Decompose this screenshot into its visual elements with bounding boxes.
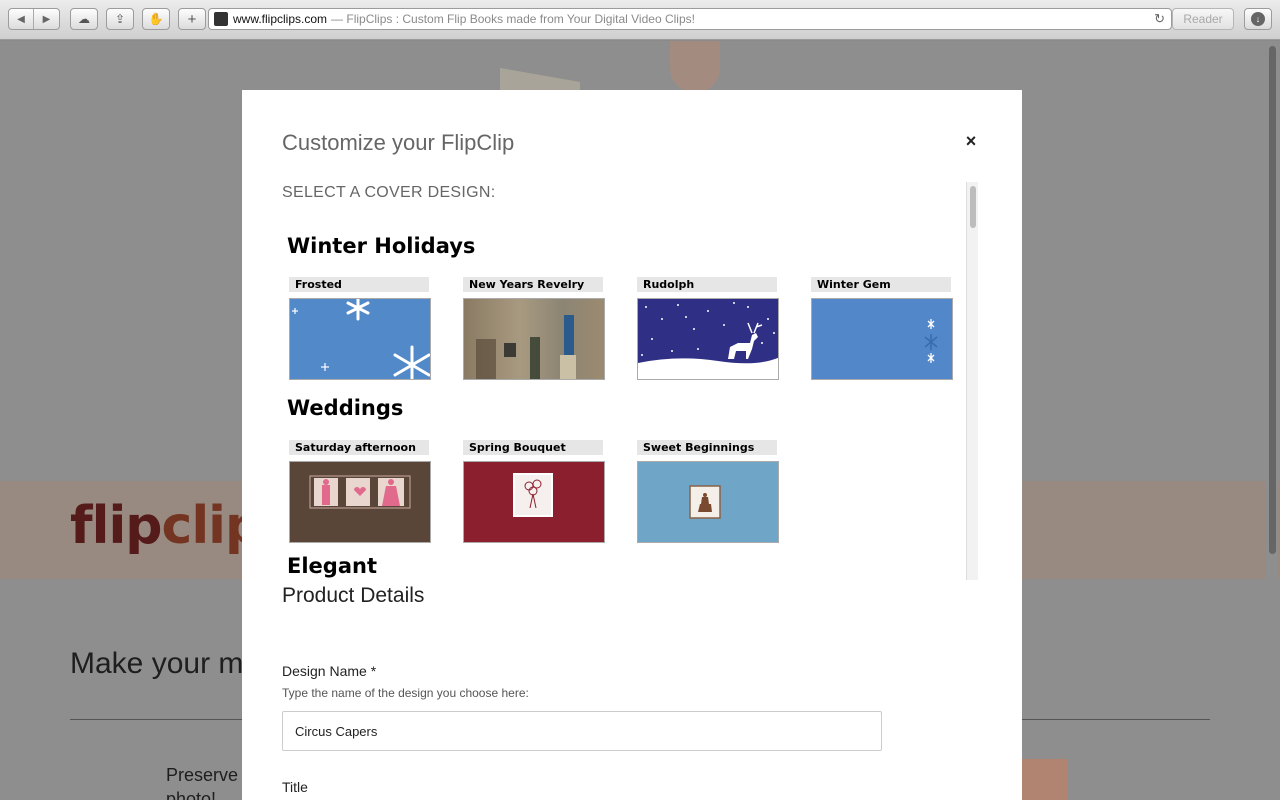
address-page-title: — FlipClips : Custom Flip Books made fro… [331, 12, 695, 26]
page-scrollbar-thumb[interactable] [1269, 46, 1276, 554]
cover-list-scrollbar-thumb[interactable] [970, 186, 976, 228]
back-forward-buttons[interactable]: ◀ ▶ [8, 8, 60, 30]
customize-modal: Customize your FlipClip × SELECT A COVER… [242, 90, 1022, 800]
design-thumbnail [289, 298, 431, 380]
reload-icon[interactable]: ↻ [1154, 11, 1165, 27]
bouquet-icon [513, 473, 553, 517]
cover-list-scrollbar[interactable] [966, 182, 978, 580]
downloads-button[interactable]: ↓ [1244, 8, 1272, 30]
reader-button[interactable]: Reader [1172, 8, 1234, 30]
plus-icon: + [187, 10, 197, 28]
cake-icon [689, 485, 721, 519]
design-label: Spring Bouquet [463, 440, 603, 455]
share-icon: ⇪ [114, 12, 126, 26]
design-label: Frosted [289, 277, 429, 292]
product-details-heading: Product Details [282, 584, 425, 607]
page-paragraph: Preserve photo! [166, 765, 239, 800]
share-button[interactable]: ⇪ [106, 8, 134, 30]
address-url: www.flipclips.com [233, 12, 328, 26]
address-bar[interactable]: www.flipclips.com — FlipClips : Custom F… [208, 8, 1172, 30]
design-label: Sweet Beginnings [637, 440, 777, 455]
category-heading: Elegant [287, 554, 377, 578]
site-favicon-icon [214, 12, 228, 26]
browser-toolbar: ◀ ▶ ☁ ⇪ ✋ + www.flipclips.com — FlipClip… [0, 0, 1280, 40]
design-thumbnail [463, 298, 605, 380]
wedding-couple-icon [309, 475, 411, 509]
new-tab-button[interactable]: + [178, 8, 206, 30]
snowflake-icon [924, 319, 938, 363]
design-label: New Years Revelry [463, 277, 603, 292]
hand-icon: ✋ [148, 12, 164, 26]
design-label: Rudolph [637, 277, 777, 292]
design-thumbnail [637, 298, 779, 380]
design-thumbnail [463, 461, 605, 543]
hero-image-finger [670, 41, 720, 93]
design-tile-saturday-afternoon[interactable]: Saturday afternoon [289, 440, 431, 543]
extension-button[interactable]: ✋ [142, 8, 170, 30]
category-heading: Winter Holidays [287, 234, 476, 258]
cover-design-list[interactable]: Winter Holidays Frosted New Years Revelr… [282, 182, 982, 580]
design-tile-new-years-revelry[interactable]: New Years Revelry [463, 277, 605, 380]
download-icon: ↓ [1251, 12, 1265, 26]
cloud-icon: ☁ [78, 12, 90, 26]
design-tile-rudolph[interactable]: Rudolph [637, 277, 779, 380]
design-tile-frosted[interactable]: Frosted [289, 277, 431, 380]
design-thumbnail [289, 461, 431, 543]
design-name-input[interactable] [282, 711, 882, 751]
design-name-label: Design Name * [282, 663, 377, 679]
forward-icon[interactable]: ▶ [34, 9, 59, 29]
page-photo [1020, 759, 1068, 800]
party-photo-icon [476, 315, 576, 379]
close-button[interactable]: × [960, 130, 982, 152]
reindeer-icon [638, 302, 778, 379]
design-label: Saturday afternoon [289, 440, 429, 455]
category-heading: Weddings [287, 396, 404, 420]
design-tile-sweet-beginnings[interactable]: Sweet Beginnings [637, 440, 779, 543]
title-label: Title [282, 779, 308, 795]
design-thumbnail [811, 298, 953, 380]
icloud-tabs-button[interactable]: ☁ [70, 8, 98, 30]
design-tile-spring-bouquet[interactable]: Spring Bouquet [463, 440, 605, 543]
design-name-help: Type the name of the design you choose h… [282, 686, 529, 700]
modal-title: Customize your FlipClip [282, 130, 515, 155]
back-icon[interactable]: ◀ [9, 9, 35, 29]
page-heading: Make your m [70, 647, 244, 680]
design-thumbnail [637, 461, 779, 543]
design-tile-winter-gem[interactable]: Winter Gem [811, 277, 953, 380]
page-scrollbar[interactable] [1266, 42, 1278, 800]
design-label: Winter Gem [811, 277, 951, 292]
snowflake-icon [292, 299, 430, 379]
